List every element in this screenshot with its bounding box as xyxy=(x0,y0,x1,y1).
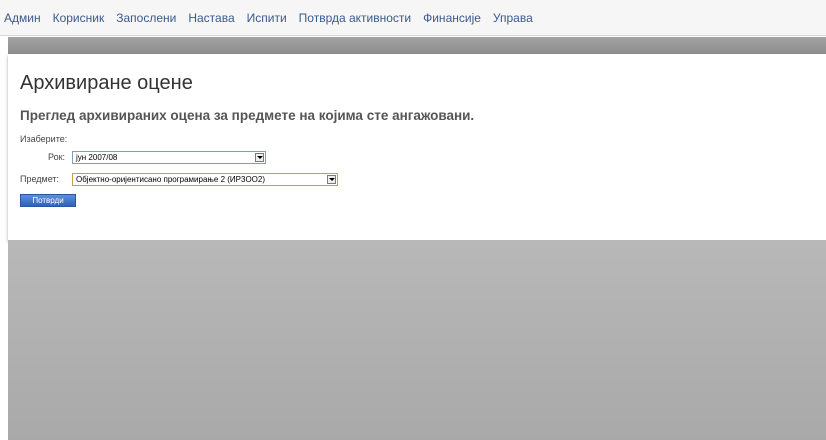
header-band xyxy=(8,37,826,54)
left-margin xyxy=(0,37,8,440)
term-select[interactable]: јун 2007/08 xyxy=(72,151,266,164)
page-background xyxy=(8,240,826,440)
content-panel: Архивиране оцене Преглед архивираних оце… xyxy=(8,54,826,240)
nav-item-finance[interactable]: Финансије xyxy=(423,11,481,25)
chevron-down-icon[interactable] xyxy=(255,153,264,162)
term-label: Рок: xyxy=(48,152,66,162)
nav-item-teaching[interactable]: Настава xyxy=(188,11,234,25)
nav-item-admin[interactable]: Админ xyxy=(4,11,41,25)
nav-item-exams[interactable]: Испити xyxy=(247,11,287,25)
chevron-down-icon[interactable] xyxy=(327,175,336,184)
page-subtitle: Преглед архивираних оцена за предмете на… xyxy=(20,108,475,123)
choose-label: Изаберите: xyxy=(20,134,68,144)
subject-label: Предмет: xyxy=(20,174,60,184)
submit-button[interactable]: Потврди xyxy=(20,194,76,207)
nav-item-administration[interactable]: Управа xyxy=(493,11,533,25)
nav-item-activity-confirmation[interactable]: Потврда активности xyxy=(299,11,411,25)
top-navigation: Админ Корисник Запослени Настава Испити … xyxy=(0,0,826,36)
subject-select[interactable]: Објектно-оријентисано програмирање 2 (ИР… xyxy=(72,173,338,186)
page-title: Архивиране оцене xyxy=(20,72,193,94)
nav-item-employees[interactable]: Запослени xyxy=(116,11,176,25)
term-select-value: јун 2007/08 xyxy=(76,153,118,162)
subject-select-value: Објектно-оријентисано програмирање 2 (ИР… xyxy=(76,175,266,184)
nav-item-user[interactable]: Корисник xyxy=(53,11,105,25)
